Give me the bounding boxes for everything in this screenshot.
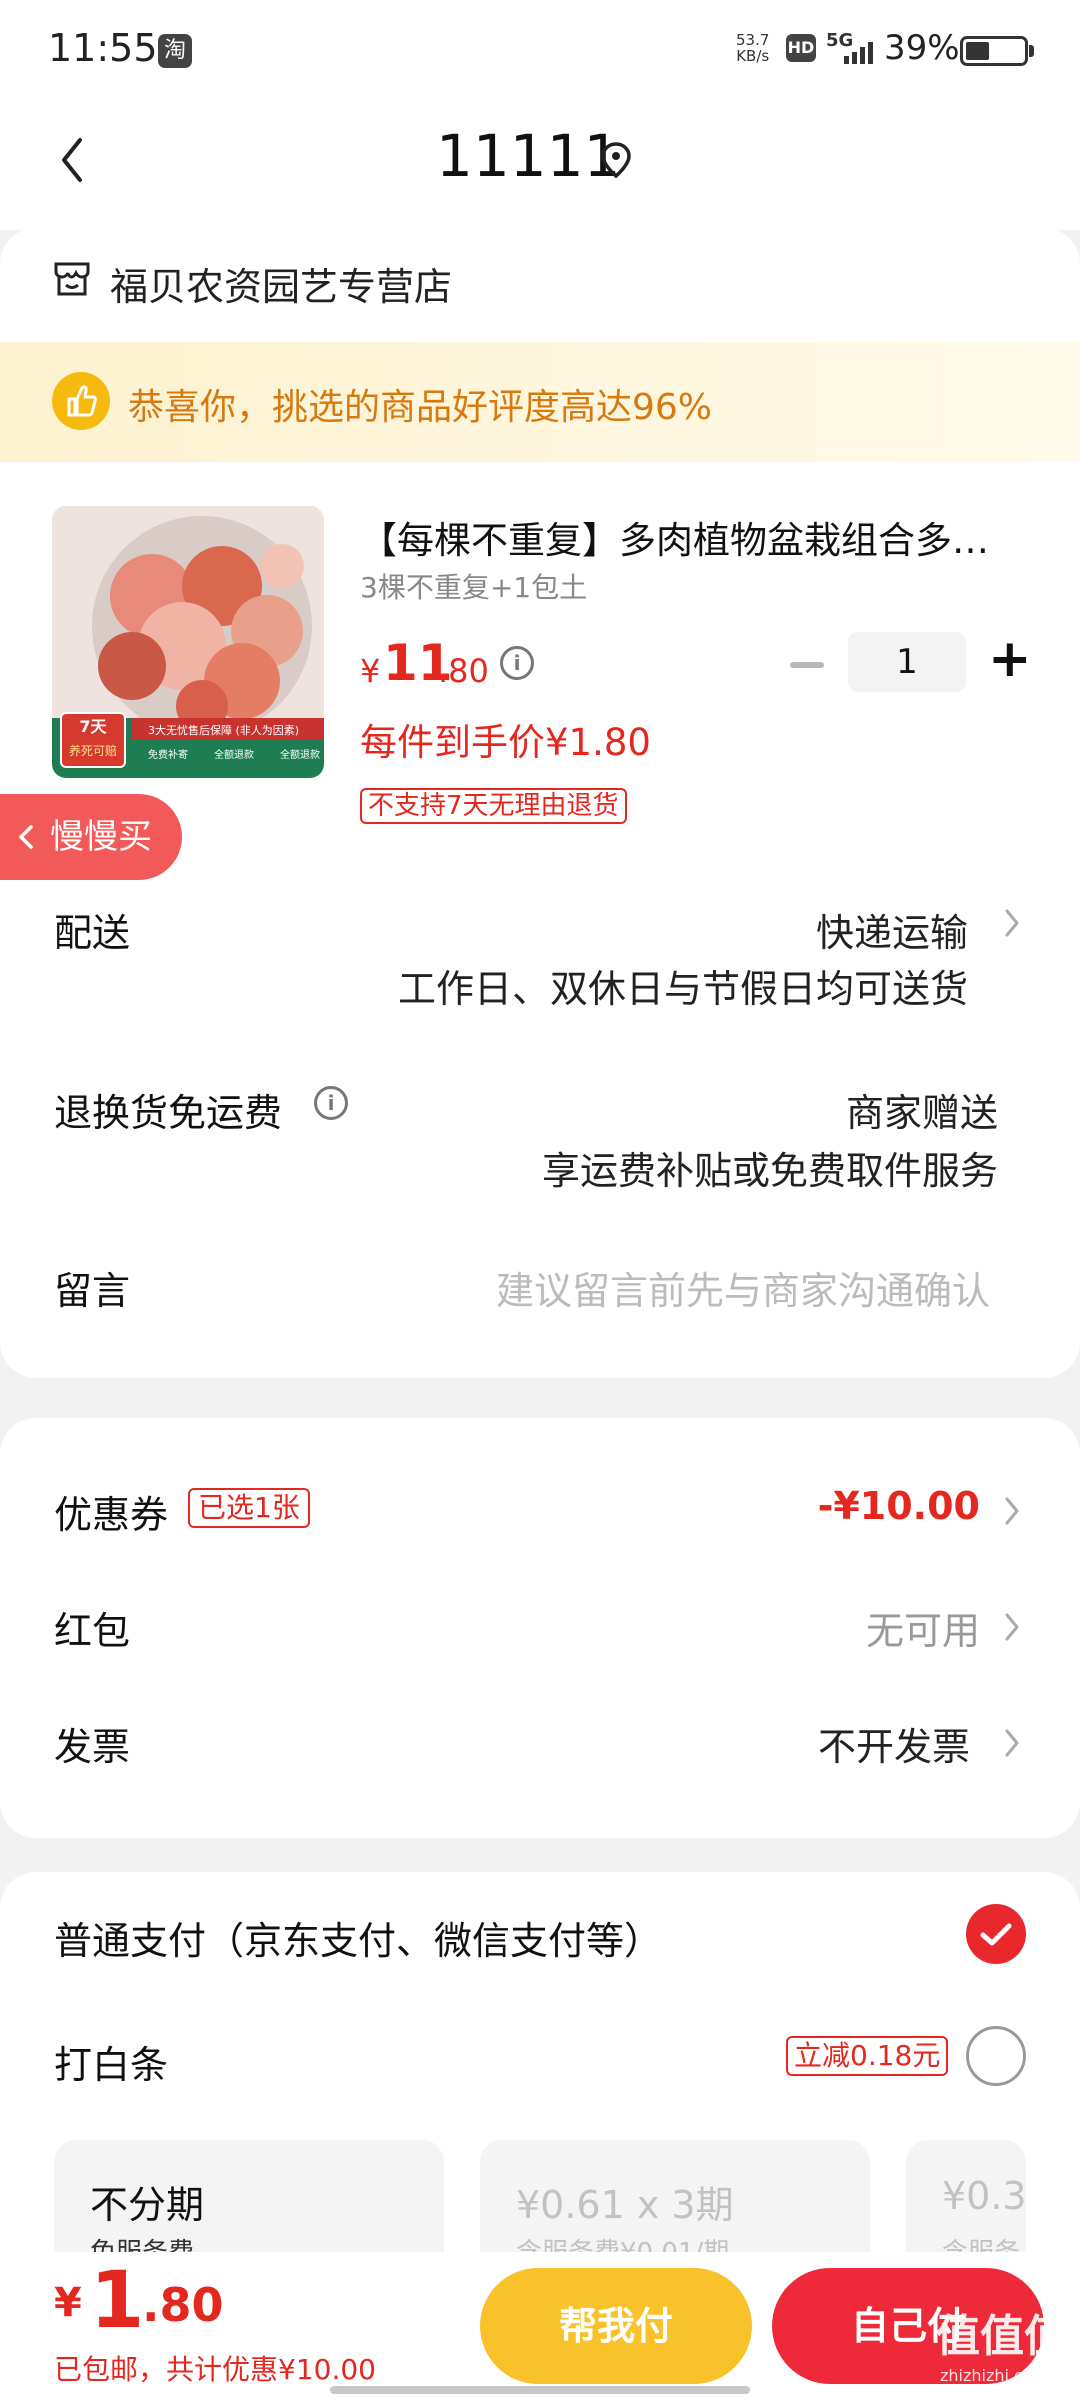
installment-title: ¥0.61 x 3期 (516, 2183, 734, 2227)
product-image[interactable]: 7天 养死可赔 3大无忧售后保障 (非人为因素) 免费补寄 全额退款 全额退款 (52, 506, 324, 778)
back-icon[interactable] (52, 130, 92, 190)
quantity-minus-button[interactable] (790, 662, 824, 668)
home-indicator[interactable] (330, 2386, 750, 2394)
hd-icon: HD (786, 34, 816, 62)
installment-title: ¥0.3 (942, 2174, 1026, 2218)
battery-percent: 39% (884, 28, 960, 68)
baitiao-label[interactable]: 打白条 (54, 2034, 168, 2089)
product-spec[interactable]: 3棵不重复+1包土 (360, 566, 587, 606)
return-shipping-label: 退换货免运费 (54, 1091, 283, 1135)
location-icon[interactable] (598, 140, 634, 180)
total-decimal: .80 (142, 2278, 224, 2332)
battery-tip (1029, 45, 1034, 57)
total-integer: 1 (90, 2256, 145, 2346)
guarantee-days: 7天 (79, 717, 107, 736)
guarantee-title: 3大无忧售后保障 (非人为因素) (148, 724, 300, 737)
invoice-label: 发票 (54, 1725, 131, 1769)
return-shipping-value: 商家赠送 (845, 1091, 998, 1135)
guarantee-items: 免费补寄 全额退款 全额退款 (148, 746, 320, 761)
checkmark-icon (980, 1923, 1012, 1946)
page-title[interactable]: 11111 (436, 122, 736, 190)
delivery-label: 配送 (54, 911, 131, 955)
total-discount: ¥10.00 (278, 2353, 376, 2386)
price-decimal: .80 (438, 652, 489, 690)
quantity-input[interactable]: 1 (848, 632, 966, 692)
rating-banner-text: 恭喜你，挑选的商品好评度高达96% (128, 387, 713, 428)
unit-price: 每件到手价¥1.80 (360, 721, 651, 764)
chevron-left-icon (19, 825, 33, 849)
message-input[interactable]: 建议留言前先与商家沟通确认 (460, 1260, 990, 1315)
quantity-plus-button[interactable]: + (988, 633, 1032, 685)
normal-payment-checkbox[interactable] (966, 1904, 1026, 1964)
watermark-url: zhizhizhi.com (940, 2366, 1049, 2385)
guarantee-text: 养死可赔 (68, 744, 117, 758)
coupon-label: 优惠券 (54, 1493, 169, 1537)
installment-title: 不分期 (90, 2183, 205, 2227)
normal-payment-label[interactable]: 普通支付（京东支付、微信支付等） (54, 1910, 662, 1965)
signal-icon (844, 42, 873, 64)
price-info-icon[interactable]: i (500, 646, 534, 680)
guarantee-item: 全额退款 (280, 750, 320, 761)
free-shipping-text: 已包邮，共计优惠 (54, 2353, 279, 2386)
return-shipping-note: 享运费补贴或免费取件服务 (541, 1149, 998, 1193)
delivery-note: 工作日、双休日与节假日均可送货 (397, 967, 968, 1011)
guarantee-item: 免费补寄 (148, 750, 188, 761)
net-speed-value: 53.7 (736, 31, 770, 49)
product-title[interactable]: 【每棵不重复】多肉植物盆栽组合多… (360, 510, 1025, 564)
guarantee-badge: 7天 养死可赔 (60, 712, 126, 768)
baitiao-radio[interactable] (966, 2026, 1026, 2086)
price-currency: ¥ (360, 652, 381, 690)
chevron-right-icon[interactable] (1002, 906, 1022, 940)
total-summary: 已包邮，共计优惠¥10.00 (54, 2348, 376, 2388)
message-label: 留言 (54, 1269, 131, 1313)
baitiao-discount-badge: 立减0.18元 (786, 2036, 949, 2076)
delivery-method[interactable]: 快递运输 (560, 902, 968, 957)
chevron-right-icon[interactable] (1002, 1726, 1022, 1760)
chevron-right-icon[interactable] (1002, 1494, 1022, 1528)
total-currency: ¥ (54, 2280, 82, 2326)
red-packet-label: 红包 (54, 1609, 131, 1653)
slow-buy-button[interactable]: 慢慢买 (0, 794, 182, 880)
taobao-icon: 淘 (158, 34, 192, 68)
net-speed: 53.7 KB/s (736, 32, 769, 64)
help-me-pay-button[interactable]: 帮我付 (480, 2268, 752, 2384)
red-packet-value[interactable]: 无可用 (760, 1600, 980, 1655)
slow-buy-label: 慢慢买 (50, 817, 152, 857)
battery-level (966, 42, 989, 60)
thumbs-up-icon (52, 372, 110, 430)
invoice-value[interactable]: 不开发票 (760, 1716, 970, 1771)
store-name[interactable]: 福贝农资园艺专营店 (110, 256, 452, 311)
chevron-right-icon[interactable] (1002, 1610, 1022, 1644)
status-time: 11:55 (48, 26, 158, 70)
guarantee-item: 全额退款 (214, 750, 254, 761)
net-speed-unit: KB/s (736, 47, 770, 65)
store-icon (54, 262, 90, 296)
coupon-selected-badge: 已选1张 (188, 1488, 310, 1528)
return-info-icon[interactable]: i (314, 1086, 348, 1120)
coupon-value[interactable]: -¥10.00 (760, 1484, 980, 1528)
watermark: 值值值 (936, 2311, 1068, 2362)
no-refund-badge: 不支持7天无理由退货 (360, 788, 627, 824)
